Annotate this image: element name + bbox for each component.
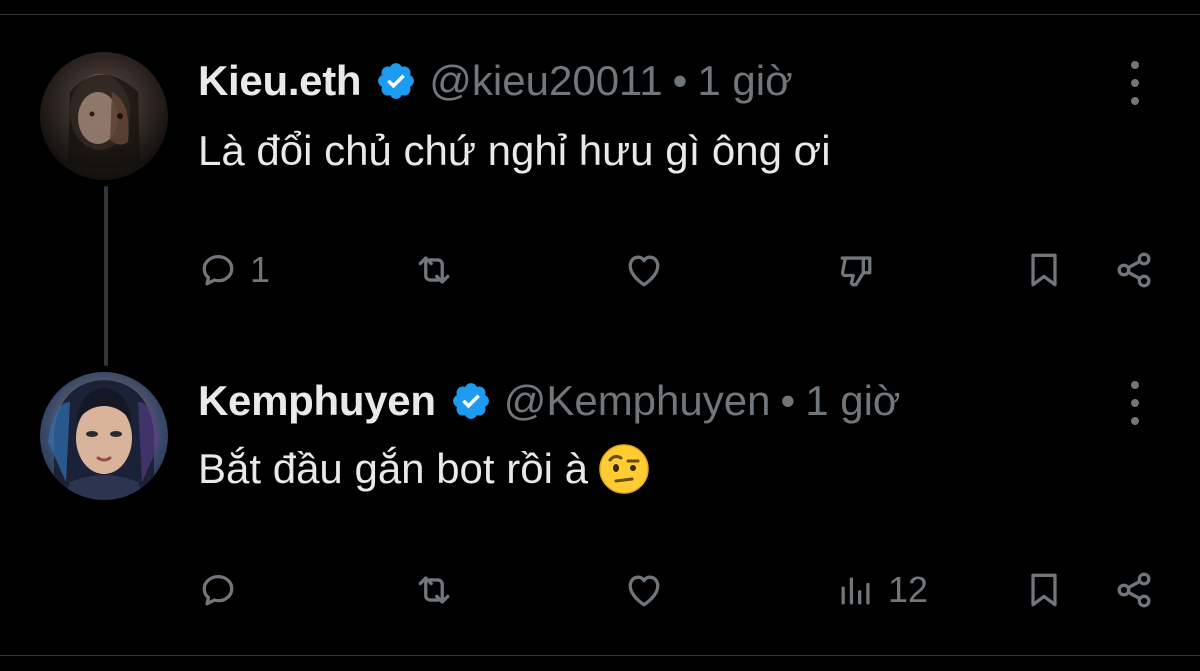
top-divider <box>0 14 1200 15</box>
dislike-icon <box>840 256 872 287</box>
views-icon <box>841 577 870 605</box>
share-icon <box>1117 252 1151 288</box>
reply-count: 1 <box>250 249 271 290</box>
like-button[interactable] <box>622 240 666 300</box>
heart-icon <box>628 575 660 607</box>
heart-icon <box>628 255 660 287</box>
tweet-header: Kemphuyen @Kemphuyen • 1 giờ <box>198 376 900 426</box>
tweet-body: Là đổi chủ chứ nghỉ hưu gì ông ơi <box>198 127 831 174</box>
separator-dot: • <box>780 377 796 424</box>
tweet-actions: 12 <box>0 560 1200 620</box>
timestamp[interactable]: 1 giờ <box>805 377 900 425</box>
retweet-icon <box>418 576 450 604</box>
verified-badge-icon <box>378 63 415 99</box>
retweet-icon <box>418 256 450 284</box>
tweet-header: Kieu.eth @kieu20011 • 1 giờ <box>198 56 793 106</box>
retweet-button[interactable] <box>412 240 456 300</box>
reply-button[interactable]: 1 <box>196 240 270 300</box>
avatar[interactable] <box>40 52 168 180</box>
like-button[interactable] <box>622 560 666 620</box>
bottom-divider <box>0 655 1200 656</box>
retweet-button[interactable] <box>412 560 456 620</box>
display-name[interactable]: Kieu.eth <box>198 57 362 105</box>
bookmark-button[interactable] <box>1022 240 1066 300</box>
bookmark-icon <box>1031 573 1057 607</box>
user-handle[interactable]: @Kemphuyen <box>504 377 771 425</box>
timestamp[interactable]: 1 giờ <box>697 57 792 105</box>
reply-icon <box>202 574 234 606</box>
display-name[interactable]: Kemphuyen <box>198 377 436 425</box>
separator-dot: • <box>672 57 688 104</box>
user-handle[interactable]: @kieu20011 <box>429 57 662 105</box>
bookmark-button[interactable] <box>1022 560 1066 620</box>
share-button[interactable] <box>1112 240 1156 300</box>
tweet-text: Bắt đầu gắn bot rồi à <box>198 442 650 496</box>
tweet-body: Bắt đầu gắn bot rồi à <box>198 445 588 492</box>
more-options-icon[interactable] <box>1120 61 1150 105</box>
share-button[interactable] <box>1112 560 1156 620</box>
avatar-portrait-dark <box>68 74 140 170</box>
reply-button[interactable] <box>196 560 250 620</box>
share-icon <box>1117 572 1151 608</box>
bookmark-icon <box>1031 253 1057 287</box>
reply-icon <box>202 254 234 286</box>
avatar[interactable] <box>40 372 168 500</box>
views-count: 12 <box>888 569 929 610</box>
tweet-actions: 1 <box>0 240 1200 300</box>
raised-eyebrow-emoji-icon <box>599 444 649 494</box>
views-button[interactable]: 12 <box>834 560 928 620</box>
more-options-icon[interactable] <box>1120 381 1150 425</box>
tweet-text: Là đổi chủ chứ nghỉ hưu gì ông ơi <box>198 124 831 178</box>
verified-badge-icon <box>452 383 489 419</box>
dislike-button[interactable] <box>834 240 878 300</box>
avatar-portrait-stylized <box>48 380 160 500</box>
